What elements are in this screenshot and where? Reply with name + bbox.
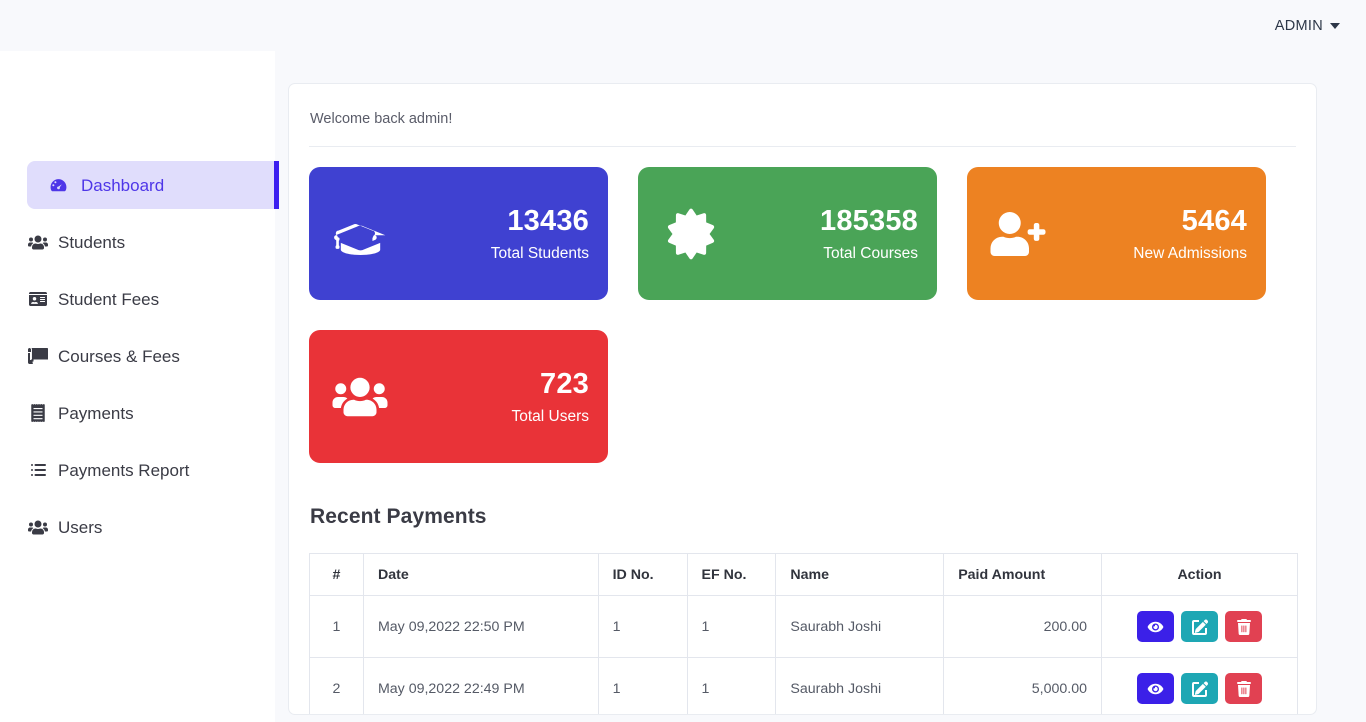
cell-paid-amount: 200.00	[943, 595, 1103, 658]
eye-icon	[1147, 682, 1164, 696]
stat-card-total-courses: 185358 Total Courses	[638, 167, 937, 300]
sidebar: Dashboard Students Student Fees Courses & F…	[0, 51, 279, 722]
admin-label: ADMIN	[1274, 17, 1323, 34]
stat-card-text: 5464 New Admissions	[1133, 205, 1247, 262]
receipt-icon	[27, 403, 48, 424]
stat-label: Total Courses	[823, 245, 918, 263]
recent-payments-table: # Date ID No. EF No. Name Paid Amount Ac…	[309, 553, 1298, 714]
table-header: # Date ID No. EF No. Name Paid Amount Ac…	[309, 553, 1298, 596]
sidebar-item-payments-report[interactable]: Payments Report	[0, 446, 275, 494]
cell-number: 2	[309, 657, 364, 714]
stat-card-new-admissions: 5464 New Admissions	[967, 167, 1266, 300]
cell-date: May 09,2022 22:50 PM	[362, 595, 599, 658]
cell-name: Saurabh Joshi	[775, 595, 945, 658]
column-header-name: Name	[775, 553, 945, 596]
sidebar-item-label: Payments Report	[58, 460, 190, 480]
cell-number: 1	[309, 595, 364, 658]
view-button[interactable]	[1137, 611, 1175, 642]
edit-icon	[1191, 619, 1208, 635]
stat-value: 185358	[820, 204, 918, 237]
cell-ef-no: 1	[686, 657, 777, 714]
column-header-paid-amount: Paid Amount	[943, 553, 1103, 596]
id-card-icon	[27, 289, 48, 310]
stat-card-text: 13436 Total Students	[491, 205, 589, 262]
edit-icon	[1191, 681, 1208, 697]
column-header-number: #	[309, 553, 364, 596]
cell-name: Saurabh Joshi	[775, 657, 945, 714]
page-title: Recent Payments	[310, 505, 487, 528]
stat-card-total-students: 13436 Total Students	[309, 167, 608, 300]
sidebar-item-payments[interactable]: Payments	[0, 389, 275, 437]
main-content-card: Welcome back admin! 13436 Total Students 1…	[288, 83, 1317, 715]
action-button-group	[1116, 611, 1283, 642]
certificate-icon	[660, 205, 718, 263]
table-row: 2 May 09,2022 22:49 PM 1 1 Saurabh Joshi 5,00…	[309, 657, 1298, 714]
sidebar-item-users[interactable]: Users	[0, 503, 275, 551]
cell-id-no: 1	[597, 595, 688, 658]
stat-label: New Admissions	[1133, 245, 1247, 263]
edit-button[interactable]	[1181, 673, 1219, 704]
users-icon	[27, 517, 48, 538]
cell-action	[1101, 595, 1298, 658]
delete-button[interactable]	[1225, 611, 1263, 642]
users-group-icon	[331, 368, 389, 426]
sidebar-item-label: Students	[58, 232, 126, 252]
eye-icon	[1147, 620, 1164, 634]
table-header-row: # Date ID No. EF No. Name Paid Amount Ac…	[309, 553, 1298, 596]
column-header-action: Action	[1101, 553, 1298, 596]
cell-action	[1101, 657, 1298, 714]
stat-value: 13436	[507, 204, 589, 237]
sidebar-item-dashboard[interactable]: Dashboard	[27, 161, 279, 209]
welcome-message: Welcome back admin!	[310, 111, 453, 127]
table-body: 1 May 09,2022 22:50 PM 1 1 Saurabh Joshi 200.…	[309, 595, 1298, 714]
sidebar-item-label: Payments	[58, 403, 134, 423]
admin-dropdown[interactable]: ADMIN	[1275, 18, 1340, 34]
list-icon	[27, 460, 48, 481]
stat-card-text: 723 Total Users	[511, 368, 589, 425]
sidebar-item-label: Courses & Fees	[58, 346, 180, 366]
stat-value: 5464	[1181, 204, 1247, 237]
stat-card-total-users: 723 Total Users	[309, 330, 608, 463]
column-header-id-no: ID No.	[597, 553, 688, 596]
stat-value: 723	[540, 367, 589, 400]
cell-ef-no: 1	[686, 595, 777, 658]
table-row: 1 May 09,2022 22:50 PM 1 1 Saurabh Joshi 200.…	[309, 595, 1298, 658]
column-header-date: Date	[362, 553, 599, 596]
chevron-down-icon	[1330, 22, 1340, 29]
divider	[309, 146, 1296, 147]
stat-card-grid: 13436 Total Students 185358 Total Courses 54…	[309, 167, 1296, 463]
trash-icon	[1236, 680, 1251, 697]
user-plus-icon	[989, 205, 1047, 263]
scroll-icon	[27, 346, 48, 367]
sidebar-item-courses-fees[interactable]: Courses & Fees	[0, 332, 275, 380]
action-button-group	[1116, 673, 1283, 704]
active-indicator-bar	[274, 161, 279, 209]
delete-button[interactable]	[1225, 673, 1263, 704]
users-icon	[27, 232, 48, 253]
edit-button[interactable]	[1181, 611, 1219, 642]
topbar: ADMIN	[0, 0, 1366, 51]
cell-date: May 09,2022 22:49 PM	[362, 657, 599, 714]
sidebar-item-label: Student Fees	[58, 289, 160, 309]
stat-label: Total Users	[511, 408, 589, 426]
sidebar-item-label: Dashboard	[81, 175, 165, 195]
sidebar-item-students[interactable]: Students	[0, 218, 275, 266]
view-button[interactable]	[1137, 673, 1175, 704]
column-header-ef-no: EF No.	[686, 553, 777, 596]
trash-icon	[1236, 618, 1251, 635]
cell-paid-amount: 5,000.00	[943, 657, 1103, 714]
stat-label: Total Students	[490, 245, 589, 263]
dashboard-icon	[48, 175, 69, 196]
sidebar-item-student-fees[interactable]: Student Fees	[0, 275, 275, 323]
stat-card-text: 185358 Total Courses	[820, 205, 918, 262]
sidebar-item-label: Users	[58, 517, 103, 537]
cell-id-no: 1	[597, 657, 688, 714]
graduation-cap-icon	[331, 205, 389, 263]
